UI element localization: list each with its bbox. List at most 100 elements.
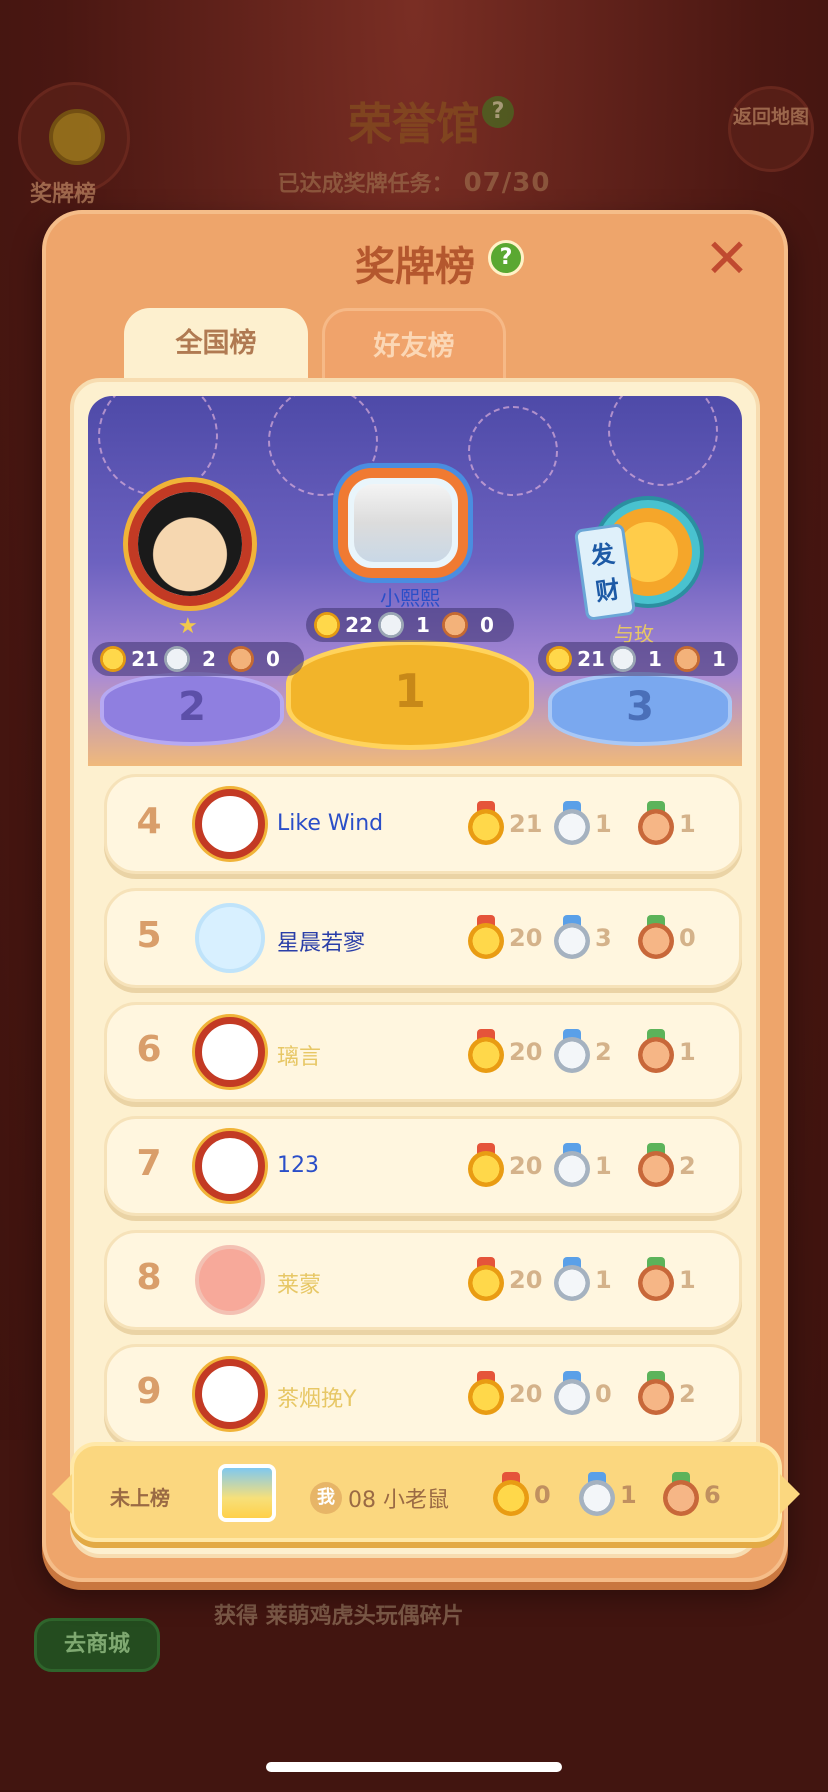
gold-count: 20 <box>509 924 543 952</box>
gold-medal-icon <box>467 1371 505 1417</box>
player-name: 莱蒙 <box>277 1273 322 1298</box>
player-name: 星晨若寥 <box>277 931 366 956</box>
silver-medal-icon <box>553 1143 591 1189</box>
progress-value: 07/30 <box>463 168 551 198</box>
bronze-count: 1 <box>679 1038 696 1066</box>
player-name: 123 <box>277 1153 319 1178</box>
podium-rank-2: 2 <box>178 684 206 730</box>
silver-medals: 2 <box>553 1027 631 1077</box>
gold-medals: 20 <box>467 1369 545 1419</box>
hall-of-honor-title: 荣誉馆 <box>348 99 480 150</box>
bronze-count: 0 <box>266 647 280 671</box>
silver-medals: 1 <box>578 1470 656 1520</box>
silver-medal-icon <box>553 1257 591 1303</box>
my-name: 08 小老鼠 <box>348 1488 449 1513</box>
bronze-medals: 1 <box>637 1027 715 1077</box>
home-indicator[interactable] <box>266 1762 562 1772</box>
gold-medal-icon <box>467 801 505 847</box>
first-place-medals: 22 1 0 <box>306 608 514 642</box>
star-icon: ★ <box>178 614 198 639</box>
player-name: 茶烟挽Y <box>277 1387 357 1412</box>
bronze-medals: 2 <box>637 1141 715 1191</box>
silver-count: 2 <box>595 1038 612 1066</box>
avatar-second-place[interactable] <box>128 482 252 606</box>
gold-count: 20 <box>509 1266 543 1294</box>
silver-medals: 1 <box>553 1141 631 1191</box>
pirate-avatar-image <box>138 492 242 596</box>
player-avatar[interactable] <box>195 903 265 973</box>
silver-count: 1 <box>648 647 662 671</box>
silver-count: 1 <box>620 1481 637 1509</box>
reward-text: 获得 莱萌鸡虎头玩偶碎片 <box>214 1604 464 1629</box>
player-avatar[interactable] <box>195 789 265 859</box>
tab-friends[interactable]: 好友榜 <box>322 308 506 386</box>
bronze-medals: 2 <box>637 1369 715 1419</box>
gold-medals: 20 <box>467 913 545 963</box>
gold-count: 22 <box>345 613 373 637</box>
medal-task-progress: 已达成奖牌任务： 07/30 <box>0 166 828 198</box>
gold-medal-icon <box>467 1257 505 1303</box>
avatar-first-place[interactable] <box>338 468 468 578</box>
tab-national[interactable]: 全国榜 <box>124 308 308 386</box>
player-avatar[interactable] <box>195 1017 265 1087</box>
panel-help-icon[interactable]: ? <box>488 240 524 276</box>
bronze-medals: 1 <box>637 799 715 849</box>
silver-medal-icon <box>378 612 404 638</box>
gold-medal-icon <box>467 1029 505 1075</box>
rank-row[interactable]: 7 123 20 1 2 <box>104 1116 742 1216</box>
player-avatar[interactable] <box>195 1359 265 1429</box>
bronze-medals: 6 <box>662 1470 740 1520</box>
bronze-count: 0 <box>679 924 696 952</box>
bronze-medal-icon <box>637 801 675 847</box>
silver-medal-icon <box>164 646 190 672</box>
gold-medal-icon <box>467 1143 505 1189</box>
bronze-count: 6 <box>704 1481 721 1509</box>
back-to-map-button[interactable]: 返回地图 <box>728 86 814 172</box>
silver-medal-icon <box>578 1472 616 1518</box>
rank-row[interactable]: 6 璃言 20 2 1 <box>104 1002 742 1102</box>
rank-row[interactable]: 8 莱蒙 20 1 1 <box>104 1230 742 1330</box>
silver-medals: 0 <box>553 1369 631 1419</box>
gold-medal-icon <box>314 612 340 638</box>
my-rank-status: 未上榜 <box>110 1486 170 1510</box>
rank-number: 9 <box>136 1371 162 1412</box>
rank-row[interactable]: 9 茶烟挽Y 20 0 2 <box>104 1344 742 1444</box>
silver-medal-icon <box>553 1029 591 1075</box>
gold-medals: 21 <box>467 799 545 849</box>
podium-rank-3: 3 <box>626 684 654 730</box>
player-avatar[interactable] <box>195 1245 265 1315</box>
rank-row[interactable]: 4 Like Wind 21 1 1 <box>104 774 742 874</box>
close-icon[interactable]: ✕ <box>702 232 752 286</box>
me-badge: 我 <box>310 1482 342 1514</box>
rank-number: 4 <box>136 801 162 842</box>
gold-count: 20 <box>509 1380 543 1408</box>
bronze-medals: 1 <box>637 1255 715 1305</box>
gold-count: 21 <box>131 647 159 671</box>
firework-decoration <box>468 406 558 496</box>
silver-count: 1 <box>595 810 612 838</box>
gold-count: 0 <box>534 1481 551 1509</box>
bronze-medal-icon <box>637 915 675 961</box>
bronze-medal-icon <box>674 646 700 672</box>
rank-number: 6 <box>136 1029 162 1070</box>
bronze-medal-icon <box>637 1029 675 1075</box>
silver-medals: 1 <box>553 799 631 849</box>
gold-medal-icon <box>100 646 126 672</box>
gold-medal-icon <box>546 646 572 672</box>
my-avatar[interactable] <box>218 1464 276 1522</box>
rank-row[interactable]: 5 星晨若寥 20 3 0 <box>104 888 742 988</box>
progress-label: 已达成奖牌任务： <box>277 172 454 197</box>
bronze-medal-icon <box>637 1257 675 1303</box>
bronze-medal-icon <box>662 1472 700 1518</box>
gold-medal-icon <box>492 1472 530 1518</box>
help-icon[interactable]: ? <box>482 96 514 128</box>
silver-count: 1 <box>595 1266 612 1294</box>
firework-decoration <box>608 396 718 486</box>
player-avatar[interactable] <box>195 1131 265 1201</box>
go-to-shop-button[interactable]: 去商城 <box>34 1618 160 1672</box>
gold-medals: 20 <box>467 1141 545 1191</box>
gold-medals: 0 <box>492 1470 570 1520</box>
podium-rank-1: 1 <box>393 664 426 718</box>
silver-medal-icon <box>553 801 591 847</box>
second-place-medals: 21 2 0 <box>92 642 304 676</box>
